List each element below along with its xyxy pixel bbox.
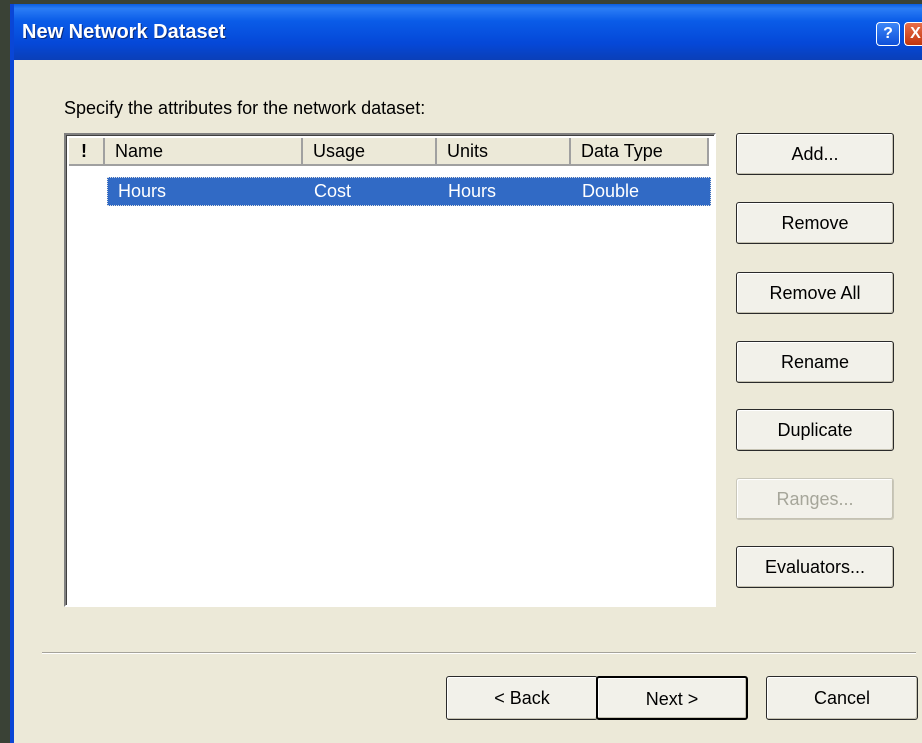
duplicate-button[interactable]: Duplicate: [736, 409, 894, 451]
column-header-units[interactable]: Units: [437, 138, 571, 166]
column-header-usage[interactable]: Usage: [303, 138, 437, 166]
attributes-list[interactable]: ! Name Usage Units Data Type Hours Cost …: [64, 133, 716, 607]
remove-all-button[interactable]: Remove All: [736, 272, 894, 314]
cancel-button[interactable]: Cancel: [766, 676, 918, 720]
back-button[interactable]: < Back: [446, 676, 598, 720]
title-bar[interactable]: New Network Dataset ? X: [14, 4, 922, 60]
close-button[interactable]: X: [904, 22, 922, 46]
column-header-flag[interactable]: !: [69, 138, 105, 166]
footer-divider: [42, 652, 916, 654]
help-button[interactable]: ?: [876, 22, 900, 46]
cell-name: Hours: [118, 181, 167, 201]
instruction-label: Specify the attributes for the network d…: [64, 98, 426, 118]
column-header-name[interactable]: Name: [105, 138, 303, 166]
table-row-selected[interactable]: Hours Cost Hours Double: [107, 177, 711, 206]
dialog-title: New Network Dataset: [22, 21, 226, 43]
column-header-data-type[interactable]: Data Type: [571, 138, 709, 166]
ranges-button: Ranges...: [736, 478, 894, 520]
next-button[interactable]: Next >: [596, 676, 748, 720]
remove-button[interactable]: Remove: [736, 202, 894, 244]
add-button[interactable]: Add...: [736, 133, 894, 175]
dialog-window: New Network Dataset ? X Specify the attr…: [10, 4, 922, 743]
rename-button[interactable]: Rename: [736, 341, 894, 383]
cell-usage: Cost: [314, 181, 352, 201]
cell-units: Hours: [448, 181, 497, 201]
cell-data-type: Double: [582, 181, 640, 201]
evaluators-button[interactable]: Evaluators...: [736, 546, 894, 588]
